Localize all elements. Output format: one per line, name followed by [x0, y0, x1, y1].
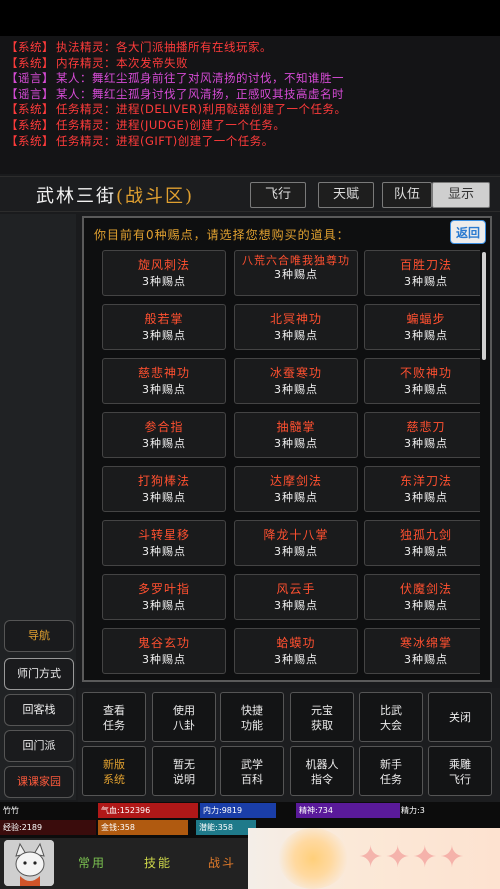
tab-combat[interactable]: 战斗: [208, 854, 236, 871]
use-bagua-button[interactable]: 使用 八卦: [152, 692, 216, 742]
log-line: 【系统】 任务精灵：进程(JUDGE)创建了一个任务。: [6, 117, 286, 132]
quick-function-button[interactable]: 快捷 功能: [220, 692, 284, 742]
skill-item[interactable]: 慈悲神功 3种赐点: [102, 358, 226, 404]
sidebar-item-home[interactable]: 课课家园: [4, 766, 74, 798]
robot-command-button[interactable]: 机器人 指令: [290, 746, 354, 796]
skill-item[interactable]: 斗转星移 3种赐点: [102, 520, 226, 566]
sidebar-item-return-inn[interactable]: 回客栈: [4, 694, 74, 726]
jingshen-stat: 精神:734: [296, 803, 400, 818]
novice-task-button[interactable]: 新手 任务: [359, 746, 423, 796]
neili-stat: 内力:9819: [200, 803, 276, 818]
gold-stat: 金钱:358: [98, 820, 188, 835]
skill-item[interactable]: 打狗棒法 3种赐点: [102, 466, 226, 512]
new-system-button[interactable]: 新版 系统: [82, 746, 146, 796]
get-yuanbao-button[interactable]: 元宝 获取: [290, 692, 354, 742]
tab-skills[interactable]: 技能: [144, 854, 172, 871]
sidebar-item-return-sect[interactable]: 回门派: [4, 730, 74, 762]
skill-item[interactable]: 寒冰绵掌 3种赐点: [364, 628, 480, 674]
player-avatar[interactable]: [4, 840, 54, 886]
location-bar: 武林三街(战斗区) 飞行 天赋 队伍 显示: [0, 176, 500, 212]
message-log: 【系统】 执法精灵：各大门派抽播所有在线玩家。 【系统】 内存精灵：本次发帝失败 【…: [0, 36, 500, 174]
watermark-logo: ✦✦✦✦: [248, 828, 500, 889]
skill-item[interactable]: 多罗叶指 3种赐点: [102, 574, 226, 620]
hp-stat: 气血:152396: [98, 803, 198, 818]
no-description-button[interactable]: 暂无 说明: [152, 746, 216, 796]
zone-label: (战斗区): [116, 186, 195, 207]
back-button[interactable]: 返回: [450, 220, 486, 244]
fly-button[interactable]: 飞行: [250, 182, 306, 208]
skill-grid: 旋风刺法 3种赐点 八荒六合唯我独尊功 3种赐点 百胜刀法 3种赐点 般若掌 3种赐点 …: [100, 248, 480, 676]
player-name: 竹竹: [3, 806, 19, 815]
exp-stat: 经验:2189: [0, 820, 96, 835]
skill-item[interactable]: 东洋刀法 3种赐点: [364, 466, 480, 512]
eagle-fly-button[interactable]: 乘雕 飞行: [428, 746, 492, 796]
skill-item[interactable]: 不败神功 3种赐点: [364, 358, 480, 404]
martial-wiki-button[interactable]: 武学 百科: [220, 746, 284, 796]
action-panel: 查看 任务 使用 八卦 快捷 功能 元宝 获取 比武 大会 关闭 新版 系统 暂无 说明 武学…: [78, 688, 500, 802]
jingli-stat: 精力:3: [401, 806, 425, 815]
team-button[interactable]: 队伍: [382, 182, 432, 208]
skill-item[interactable]: 蝙蝠步 3种赐点: [364, 304, 480, 350]
skill-item[interactable]: 独孤九剑 3种赐点: [364, 520, 480, 566]
skill-item[interactable]: 冰蚕寒功 3种赐点: [234, 358, 358, 404]
watermark-glyphs: ✦✦✦✦: [358, 840, 467, 875]
log-line: 【系统】 任务精灵：进程(DELIVER)利用鞑器创建了一个任务。: [6, 102, 347, 117]
skill-item[interactable]: 参合指 3种赐点: [102, 412, 226, 458]
top-black-bar: [0, 0, 500, 36]
qianneng-stat: 潜能:358: [196, 820, 256, 835]
sidebar-item-navigate[interactable]: 导航: [4, 620, 74, 652]
shop-prompt: 你目前有0种赐点，请选择您想购买的道具：: [94, 228, 350, 242]
talent-button[interactable]: 天赋: [318, 182, 374, 208]
log-line: 【系统】 任务精灵：进程(GIFT)创建了一个任务。: [6, 133, 274, 148]
skill-item[interactable]: 伏魔剑法 3种赐点: [364, 574, 480, 620]
skill-item[interactable]: 达摩剑法 3种赐点: [234, 466, 358, 512]
skill-item[interactable]: 北冥神功 3种赐点: [234, 304, 358, 350]
log-line: 【系统】 内存精灵：本次发帝失败: [6, 55, 188, 70]
skill-item[interactable]: 般若掌 3种赐点: [102, 304, 226, 350]
left-sidebar: 导航 师门方式 回客栈 回门派 课课家园: [0, 214, 76, 800]
location-title: 武林三街(战斗区): [36, 186, 195, 207]
watermark-glow: [278, 828, 348, 889]
shop-scrollbar[interactable]: [482, 252, 486, 360]
tournament-button[interactable]: 比武 大会: [359, 692, 423, 742]
view-task-button[interactable]: 查看 任务: [82, 692, 146, 742]
close-button[interactable]: 关闭: [428, 692, 492, 742]
skill-item[interactable]: 八荒六合唯我独尊功 3种赐点: [234, 250, 358, 296]
log-line: 【谣言】 某人：舞红尘孤身前往了对风清扬的讨伐，不知谁胜一: [6, 71, 344, 86]
tab-common[interactable]: 常用: [78, 854, 106, 871]
skill-item[interactable]: 抽髓掌 3种赐点: [234, 412, 358, 458]
skill-item[interactable]: 百胜刀法 3种赐点: [364, 250, 480, 296]
log-line: 【谣言】 某人：舞红尘孤身讨伐了风清扬，正感叹其技高虚名时: [6, 86, 344, 101]
skill-item[interactable]: 鬼谷玄功 3种赐点: [102, 628, 226, 674]
sidebar-item-sect-method[interactable]: 师门方式: [4, 658, 74, 690]
skill-item[interactable]: 降龙十八掌 3种赐点: [234, 520, 358, 566]
skill-shop-dialog: 你目前有0种赐点，请选择您想购买的道具： 返回 旋风刺法 3种赐点 八荒六合唯我独…: [82, 216, 492, 682]
skill-item[interactable]: 旋风刺法 3种赐点: [102, 250, 226, 296]
skill-item[interactable]: 风云手 3种赐点: [234, 574, 358, 620]
skill-item[interactable]: 慈悲刀 3种赐点: [364, 412, 480, 458]
display-button[interactable]: 显示: [432, 182, 490, 208]
log-line: 【系统】 执法精灵：各大门派抽播所有在线玩家。: [6, 40, 272, 54]
skill-item[interactable]: 蛤蟆功 3种赐点: [234, 628, 358, 674]
